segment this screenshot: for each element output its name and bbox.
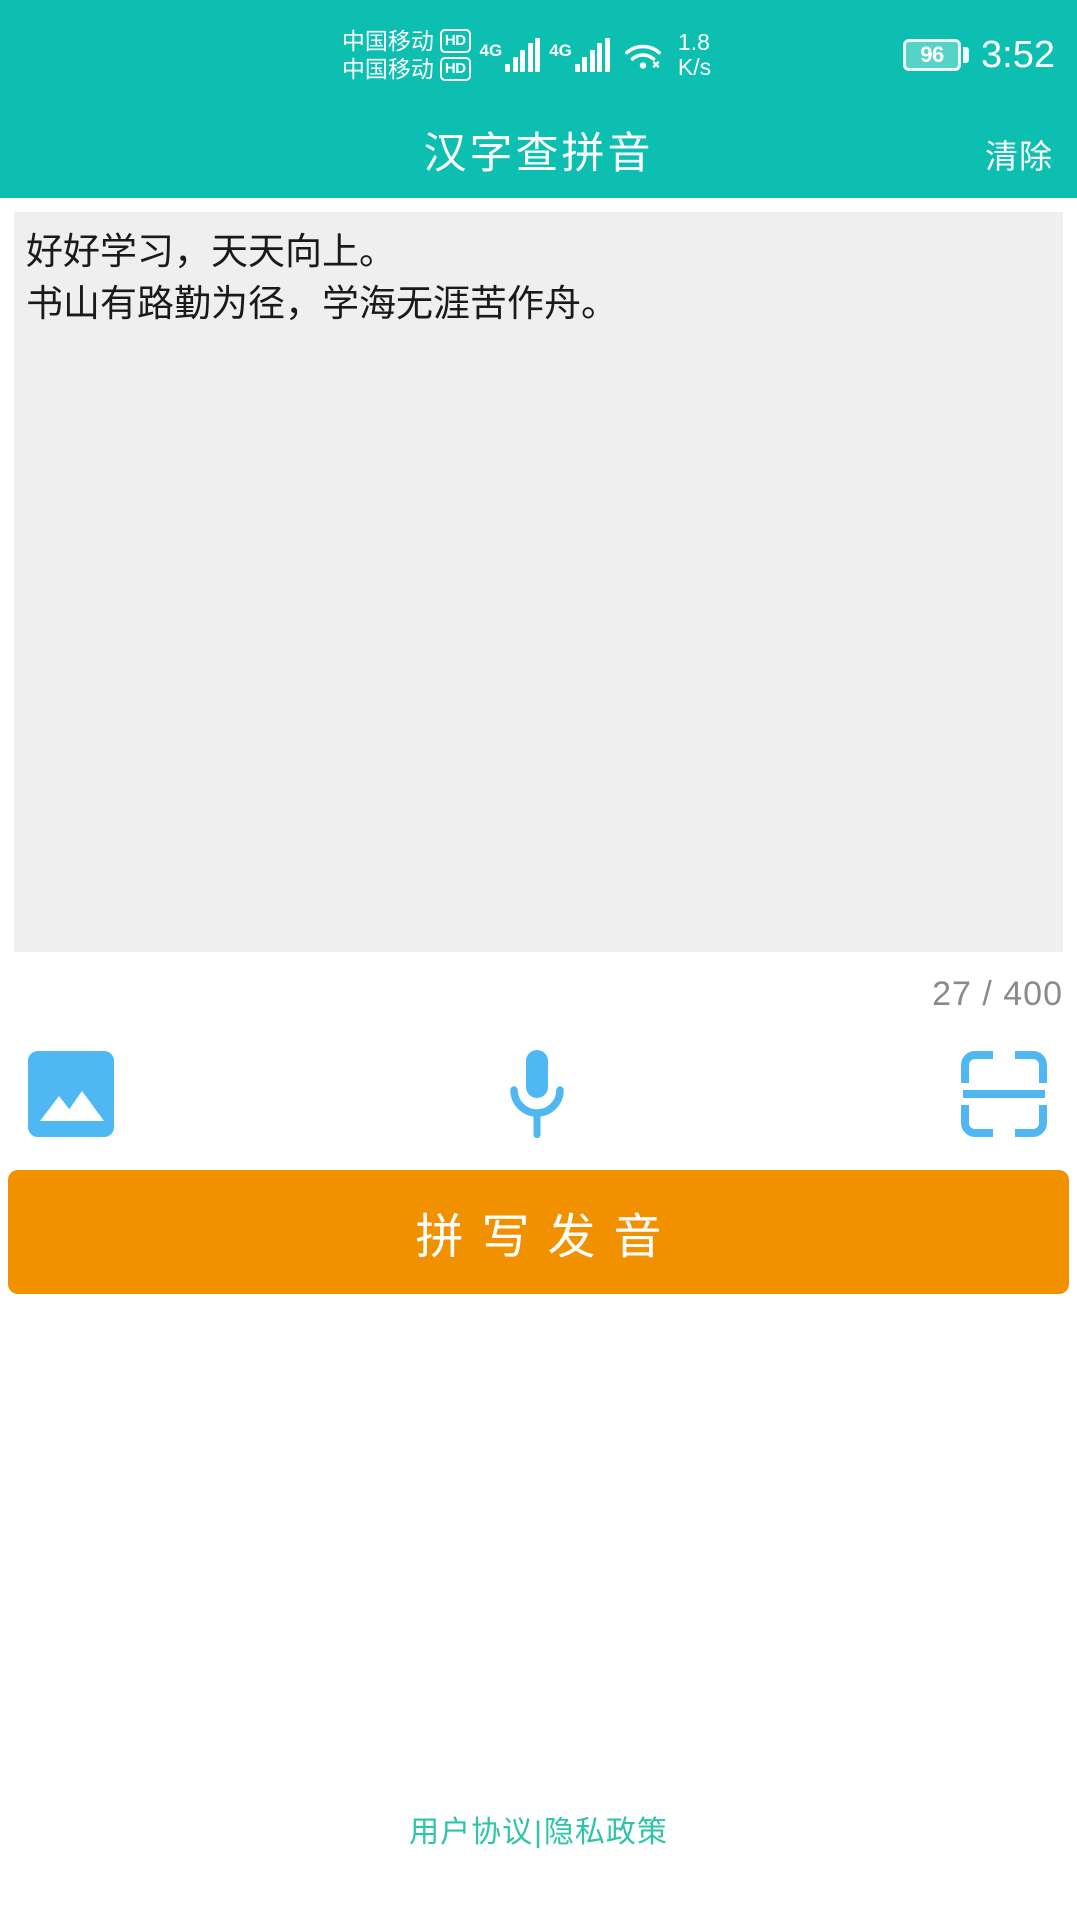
status-bar: 中国移动 HD 中国移动 HD 4G 4G 1.8 K/s 96 3:52 bbox=[0, 0, 1077, 110]
char-counter: 27 / 400 bbox=[932, 975, 1063, 1013]
battery-tip bbox=[963, 47, 970, 63]
hanzi-input[interactable] bbox=[14, 212, 1063, 952]
signal-group-1: 4G bbox=[480, 38, 541, 72]
user-agreement-link[interactable]: 用户协议 bbox=[409, 1807, 533, 1851]
primary-button-container: 拼写发音 bbox=[0, 1144, 1077, 1294]
microphone-icon bbox=[498, 1046, 576, 1142]
network-type-label-2: 4G bbox=[549, 41, 572, 60]
app-screen: 中国移动 HD 中国移动 HD 4G 4G 1.8 K/s 96 3:52 汉字… bbox=[0, 0, 1077, 1917]
signal-group-2: 4G bbox=[549, 38, 610, 72]
editor-container bbox=[0, 198, 1077, 957]
gallery-button[interactable] bbox=[28, 1051, 114, 1137]
wifi-icon bbox=[623, 38, 663, 72]
privacy-policy-link[interactable]: 隐私政策 bbox=[544, 1807, 668, 1851]
battery-percent-label: 96 bbox=[920, 42, 944, 67]
battery-icon: 96 bbox=[903, 39, 970, 71]
status-bar-center-group: 中国移动 HD 中国移动 HD 4G 4G 1.8 K/s bbox=[342, 28, 711, 82]
network-type-label-1: 4G bbox=[479, 41, 503, 60]
tool-icon-row bbox=[0, 1014, 1077, 1144]
carrier-row-1: 中国移动 HD bbox=[342, 28, 471, 54]
scan-button[interactable] bbox=[959, 1049, 1049, 1139]
spell-pronounce-button[interactable]: 拼写发音 bbox=[8, 1170, 1069, 1294]
carrier-row-2: 中国移动 HD bbox=[342, 56, 471, 82]
footer-separator: | bbox=[534, 1816, 543, 1849]
status-bar-clock: 3:52 bbox=[981, 34, 1055, 76]
signal-bars-icon-2 bbox=[574, 38, 610, 72]
status-bar-right-group: 96 3:52 bbox=[903, 0, 1055, 110]
signal-bars-icon-1 bbox=[505, 38, 541, 72]
network-speed: 1.8 K/s bbox=[678, 30, 711, 80]
gallery-icon bbox=[28, 1051, 114, 1137]
microphone-button[interactable] bbox=[498, 1046, 576, 1142]
carrier-name-2: 中国移动 bbox=[341, 56, 434, 82]
page-title: 汉字查拼音 bbox=[423, 129, 654, 178]
footer: 用户协议 | 隐私政策 bbox=[0, 1807, 1077, 1851]
app-bar: 汉字查拼音 清除 bbox=[0, 110, 1077, 198]
hd-badge-icon: HD bbox=[439, 29, 471, 53]
carrier-name-1: 中国移动 bbox=[341, 28, 434, 54]
network-speed-unit: K/s bbox=[677, 54, 712, 80]
clear-button[interactable]: 清除 bbox=[977, 124, 1061, 184]
carrier-labels: 中国移动 HD 中国移动 HD bbox=[342, 28, 471, 82]
network-speed-value: 1.8 bbox=[677, 29, 710, 55]
footer-links: 用户协议 | 隐私政策 bbox=[409, 1807, 668, 1851]
hd-badge-icon-2: HD bbox=[439, 57, 471, 81]
scan-icon bbox=[959, 1049, 1049, 1139]
